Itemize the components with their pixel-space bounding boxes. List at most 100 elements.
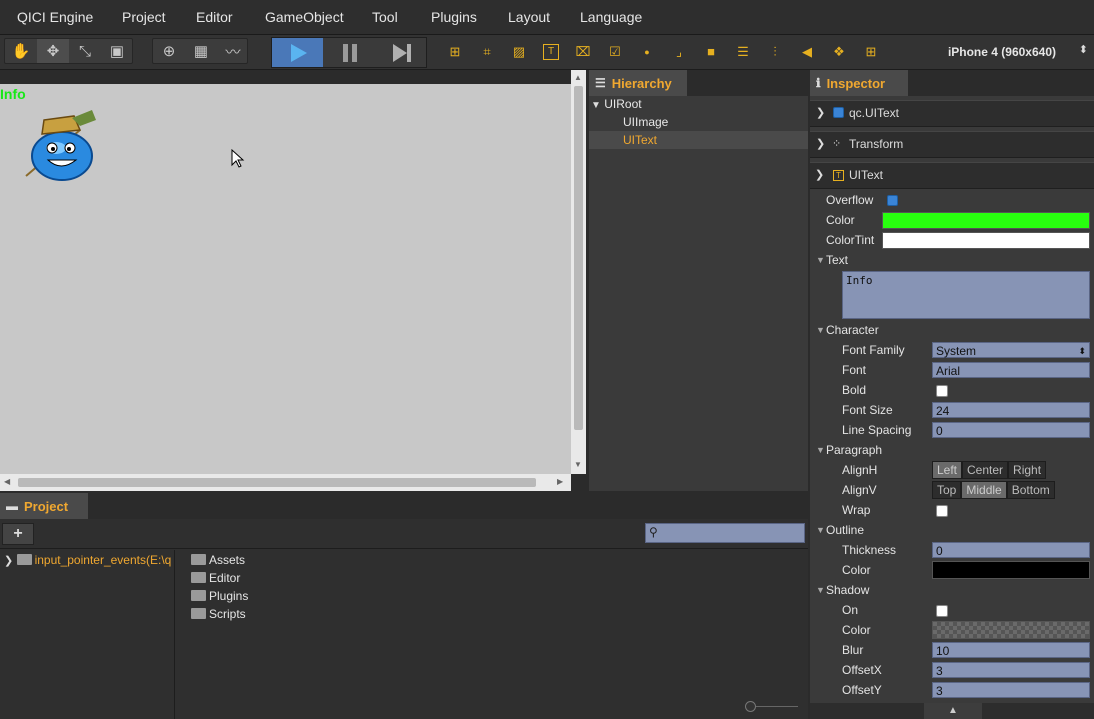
font-input[interactable]: Arial xyxy=(932,362,1090,378)
folder-scripts[interactable]: Scripts xyxy=(191,606,246,622)
pause-button[interactable] xyxy=(324,38,375,67)
component-transform[interactable]: ❯ ⁘ Transform xyxy=(810,131,1094,158)
chevron-right-icon[interactable]: ❯ xyxy=(816,101,825,126)
color-tint-swatch[interactable] xyxy=(882,232,1090,249)
scroll-down-icon[interactable]: ▼ xyxy=(574,460,582,469)
slime-sprite[interactable] xyxy=(22,108,102,182)
triangle-down-icon[interactable]: ▼ xyxy=(816,442,825,458)
font-size-input[interactable]: 24 xyxy=(932,402,1090,418)
zoom-slider-track[interactable] xyxy=(750,706,798,707)
project-root-item[interactable]: ❯ input_pointer_events(E:\q xyxy=(4,552,171,569)
add-button[interactable]: + xyxy=(2,523,34,545)
tab-project[interactable]: ▬ Project xyxy=(0,493,88,519)
create-tilemap-icon[interactable]: ⊞ xyxy=(863,44,879,60)
align-h-segmented: Left Center Right xyxy=(932,461,1047,479)
scene-info-text[interactable]: Info xyxy=(0,86,26,102)
component-uitext[interactable]: ❯ T UIText xyxy=(810,162,1094,189)
menu-language[interactable]: Language xyxy=(580,9,642,25)
scroll-up-icon[interactable]: ▲ xyxy=(574,73,582,82)
chevron-right-icon[interactable]: ❯ xyxy=(816,132,825,157)
stats-icon[interactable]: 〰 xyxy=(217,39,249,63)
align-center-button[interactable]: Center xyxy=(962,461,1009,479)
create-text-icon[interactable]: T xyxy=(543,44,559,60)
scroll-left-icon[interactable]: ◀ xyxy=(4,477,10,486)
triangle-down-icon[interactable]: ▼ xyxy=(816,582,825,598)
chevron-down-icon[interactable]: ❯ xyxy=(815,163,824,188)
scale-tool-icon[interactable]: ⤡ xyxy=(69,39,101,63)
create-panel-icon[interactable]: ■ xyxy=(703,44,719,60)
triangle-down-icon[interactable]: ▼ xyxy=(816,322,825,338)
triangle-down-icon[interactable]: ▼ xyxy=(816,522,825,538)
folder-assets[interactable]: Assets xyxy=(191,552,245,568)
play-button[interactable] xyxy=(272,38,323,67)
component-qc-uitext[interactable]: ❯ qc.UIText xyxy=(810,100,1094,127)
scroll-right-icon[interactable]: ▶ xyxy=(557,477,563,486)
hand-tool-icon[interactable]: ✋ xyxy=(5,39,37,63)
grid-icon[interactable]: ▦ xyxy=(185,39,217,63)
align-right-button[interactable]: Right xyxy=(1008,461,1047,479)
line-spacing-input[interactable]: 0 xyxy=(932,422,1090,438)
folder-editor[interactable]: Editor xyxy=(191,570,240,586)
create-mixer-icon[interactable]: ⫶ xyxy=(767,44,783,60)
collapse-up-icon[interactable]: ▲ xyxy=(924,703,982,719)
chevron-down-icon[interactable]: ▼ xyxy=(591,100,601,111)
outline-color-swatch[interactable] xyxy=(932,561,1090,579)
menu-plugins[interactable]: Plugins xyxy=(431,9,477,25)
zoom-slider-handle[interactable] xyxy=(745,701,756,712)
triangle-down-icon[interactable]: ▼ xyxy=(816,252,825,268)
create-image-icon[interactable]: ▨ xyxy=(511,44,527,60)
menu-gameobject[interactable]: GameObject xyxy=(265,9,344,25)
create-sound-icon[interactable]: ◀ xyxy=(799,44,815,60)
scene-horizontal-scroll-thumb[interactable] xyxy=(18,478,536,487)
create-node-icon[interactable]: ⊞ xyxy=(447,44,463,60)
menu-tool[interactable]: Tool xyxy=(372,9,398,25)
shadow-on-checkbox[interactable] xyxy=(936,605,948,617)
create-list-icon[interactable]: ☰ xyxy=(735,44,751,60)
rect-tool-icon[interactable]: ▣ xyxy=(101,39,133,63)
create-particle-icon[interactable]: ❖ xyxy=(831,44,847,60)
text-component-icon: T xyxy=(833,170,844,181)
project-toolbar: + ⚲ xyxy=(0,519,808,549)
hierarchy-node-uiimage[interactable]: UIImage xyxy=(589,113,808,131)
hierarchy-node-uiroot[interactable]: ▼ UIRoot xyxy=(589,95,808,113)
create-slider-icon[interactable]: ⌟ xyxy=(671,44,687,60)
shadow-color-swatch[interactable] xyxy=(932,621,1090,639)
bold-label: Bold xyxy=(842,383,867,397)
device-selector[interactable]: iPhone 4 (960x640) xyxy=(948,45,1056,59)
move-tool-icon[interactable]: ✥ xyxy=(37,39,69,63)
project-search-input[interactable]: ⚲ xyxy=(645,523,805,543)
chevron-updown-icon[interactable]: ⬍ xyxy=(1079,43,1088,56)
menu-editor[interactable]: Editor xyxy=(196,9,233,25)
align-left-button[interactable]: Left xyxy=(932,461,963,479)
create-empty-icon[interactable]: ⌗ xyxy=(479,44,495,60)
scene-canvas[interactable]: Info xyxy=(0,84,571,474)
offset-y-input[interactable]: 3 xyxy=(932,682,1090,698)
font-family-select[interactable]: System ⬍ xyxy=(932,342,1090,358)
step-button[interactable] xyxy=(376,38,427,67)
align-bottom-button[interactable]: Bottom xyxy=(1006,481,1055,499)
menu-project[interactable]: Project xyxy=(122,9,166,25)
align-middle-button[interactable]: Middle xyxy=(961,481,1007,499)
blur-input[interactable]: 10 xyxy=(932,642,1090,658)
bold-checkbox[interactable] xyxy=(936,385,948,397)
create-input-icon[interactable]: ⌧ xyxy=(575,44,591,60)
menu-layout[interactable]: Layout xyxy=(508,9,550,25)
hierarchy-node-uitext[interactable]: UIText xyxy=(589,131,808,149)
component-enabled-checkbox[interactable] xyxy=(833,107,844,118)
menu-qici-engine[interactable]: QICI Engine xyxy=(17,9,93,25)
chevron-right-icon[interactable]: ❯ xyxy=(4,555,13,567)
offset-x-input[interactable]: 3 xyxy=(932,662,1090,678)
create-toggle-icon[interactable]: ☑ xyxy=(607,44,623,60)
create-button-icon[interactable]: ● xyxy=(639,44,655,60)
tab-inspector[interactable]: ℹ Inspector xyxy=(810,70,908,96)
align-top-button[interactable]: Top xyxy=(932,481,962,499)
tab-hierarchy[interactable]: ☰ Hierarchy xyxy=(589,70,687,96)
zoom-icon[interactable]: ⊕ xyxy=(153,39,185,63)
text-value-textarea[interactable]: Info xyxy=(842,271,1090,319)
color-swatch[interactable] xyxy=(882,212,1090,229)
overflow-checkbox[interactable] xyxy=(887,195,898,206)
thickness-input[interactable]: 0 xyxy=(932,542,1090,558)
folder-plugins[interactable]: Plugins xyxy=(191,588,248,604)
scene-vertical-scroll-thumb[interactable] xyxy=(574,86,583,430)
wrap-checkbox[interactable] xyxy=(936,505,948,517)
